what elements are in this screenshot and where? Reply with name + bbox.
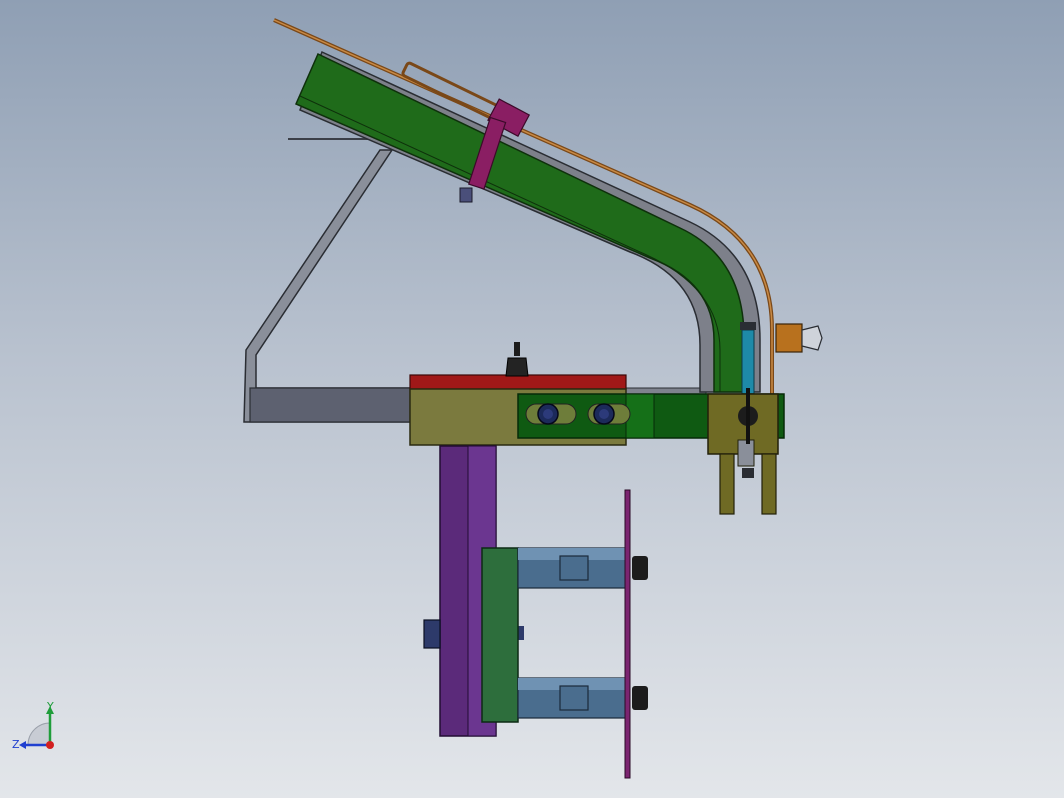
triad-origin (46, 741, 54, 749)
cylinder-end-plate (624, 489, 631, 779)
cad-assembly-view[interactable]: Y Z (0, 0, 1064, 798)
side-fitting (775, 323, 823, 353)
triad-y-label: Y (46, 700, 54, 713)
triad-z-label: Z (12, 738, 20, 751)
top-plate (409, 374, 627, 390)
clevis-bracket (707, 388, 779, 515)
coordinate-triad: Y Z (12, 700, 54, 751)
chute-sensor-cap (740, 322, 756, 330)
cylinder-base-plate (481, 547, 519, 723)
toggle-knob-icon (505, 342, 529, 377)
cad-viewport[interactable]: Y Z (0, 0, 1064, 798)
